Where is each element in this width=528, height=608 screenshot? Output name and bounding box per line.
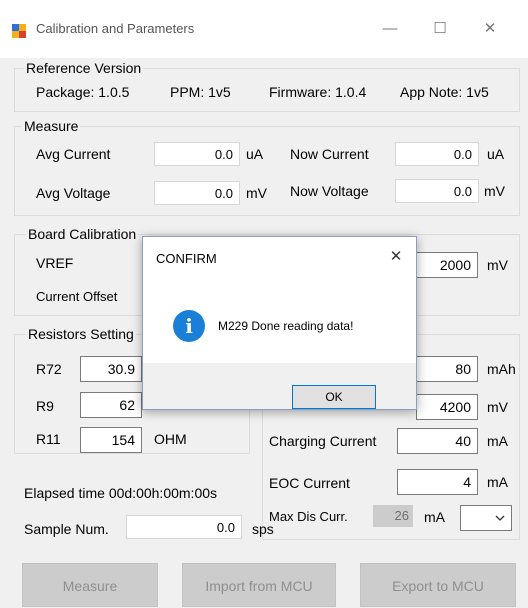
sample-num-label: Sample Num. — [24, 521, 109, 537]
close-button[interactable]: ✕ — [470, 14, 510, 44]
r72-label: R72 — [36, 361, 62, 377]
battery-capacity-unit: mAh — [487, 361, 516, 377]
sample-num-field[interactable]: 0.0 — [126, 515, 242, 539]
package-version: Package: 1.0.5 — [36, 84, 130, 100]
dialog-title: CONFIRM — [156, 251, 217, 266]
eoc-current-label: EOC Current — [269, 475, 350, 491]
eoc-current-unit: mA — [487, 474, 508, 490]
max-dis-curr-unit: mA — [424, 509, 445, 525]
info-icon: i — [173, 310, 205, 342]
resistors-group-label: Resistors Setting — [26, 326, 136, 342]
ok-button[interactable]: OK — [292, 385, 376, 409]
now-current-field[interactable]: 0.0 — [395, 142, 479, 166]
max-dis-curr-field: 26 — [373, 505, 413, 527]
charging-current-label: Charging Current — [269, 433, 377, 449]
elapsed-time: Elapsed time 00d:00h:00m:00s — [24, 485, 218, 501]
now-current-unit: uA — [487, 146, 505, 162]
avg-current-unit: uA — [246, 146, 264, 162]
app-icon — [12, 24, 26, 38]
avg-voltage-label: Avg Voltage — [36, 185, 111, 201]
vref-unit: mV — [487, 257, 508, 273]
avg-current-field[interactable]: 0.0 — [154, 142, 240, 166]
r11-field[interactable]: 154 — [80, 427, 142, 453]
max-dis-curr-dropdown[interactable] — [460, 505, 512, 531]
measure-group-label: Measure — [22, 118, 81, 134]
avg-voltage-unit: mV — [246, 185, 267, 201]
charging-current-field[interactable]: 40 — [397, 428, 478, 454]
battery-voltage-field[interactable]: 4200 — [416, 394, 478, 420]
avg-voltage-field[interactable]: 0.0 — [154, 181, 240, 205]
minimize-button[interactable]: — — [370, 14, 410, 44]
reference-version-label: Reference Version — [24, 60, 144, 76]
now-voltage-field[interactable]: 0.0 — [395, 179, 479, 203]
measure-button[interactable]: Measure — [22, 563, 158, 607]
r11-unit: OHM — [154, 431, 187, 447]
import-from-mcu-button[interactable]: Import from MCU — [182, 563, 336, 607]
dialog-message: M229 Done reading data! — [218, 319, 354, 333]
now-voltage-label: Now Voltage — [290, 183, 369, 199]
dialog-close-button[interactable]: ✕ — [384, 245, 408, 269]
charging-current-unit: mA — [487, 433, 508, 449]
ppm-version: PPM: 1v5 — [170, 84, 231, 100]
now-voltage-unit: mV — [484, 183, 505, 199]
board-calibration-label: Board Calibration — [26, 226, 139, 242]
battery-capacity-field[interactable]: 80 — [416, 356, 478, 382]
sample-num-unit: sps — [252, 521, 274, 537]
now-current-label: Now Current — [290, 146, 369, 162]
battery-voltage-unit: mV — [487, 399, 508, 415]
firmware-version: Firmware: 1.0.4 — [269, 84, 367, 100]
r9-label: R9 — [36, 398, 54, 414]
window-title: Calibration and Parameters — [36, 21, 195, 36]
r11-label: R11 — [36, 431, 61, 447]
current-offset-label: Current Offset — [36, 289, 118, 304]
avg-current-label: Avg Current — [36, 146, 111, 162]
maximize-button[interactable]: ☐ — [420, 14, 460, 44]
r9-field[interactable]: 62 — [80, 392, 142, 418]
r72-field[interactable]: 30.9 — [80, 356, 142, 382]
vref-label: VREF — [36, 255, 74, 271]
vref-field[interactable]: 2000 — [416, 252, 478, 278]
app-note-version: App Note: 1v5 — [400, 84, 489, 100]
export-to-mcu-button[interactable]: Export to MCU — [360, 563, 516, 607]
max-dis-curr-label: Max Dis Curr. — [269, 509, 348, 524]
eoc-current-field[interactable]: 4 — [397, 469, 478, 495]
chevron-down-icon — [495, 515, 505, 521]
